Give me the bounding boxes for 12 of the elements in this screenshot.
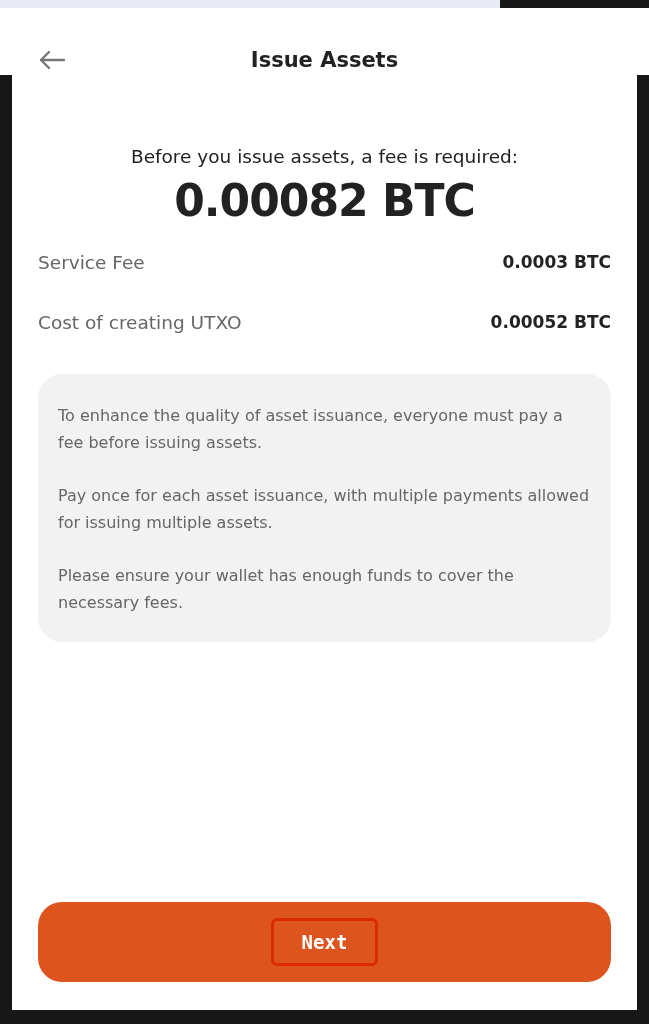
- next-button[interactable]: Next: [38, 902, 611, 982]
- fee-prompt: Before you issue assets, a fee is required:: [129, 146, 520, 167]
- info-text: Pay once for each asset issuance, with multiple payments allowed for issuing multiple assets.: [58, 485, 591, 534]
- fee-value: 0.00052 BTC: [490, 312, 611, 332]
- info-text: To enhance the quality of asset issuance, everyone must pay a fee before issuing assets.: [58, 405, 564, 454]
- back-arrow-icon[interactable]: [38, 50, 66, 70]
- fee-value: 0.0003 BTC: [502, 252, 611, 272]
- fee-amount: 0.00082 BTC: [173, 175, 476, 226]
- fee-label: Cost of creating UTXO: [38, 311, 242, 333]
- dialog-title: Issue Assets: [250, 48, 399, 72]
- info-text: Please ensure your wallet has enough funds to cover the necessary fees.: [58, 565, 515, 614]
- fee-label: Service Fee: [38, 251, 145, 273]
